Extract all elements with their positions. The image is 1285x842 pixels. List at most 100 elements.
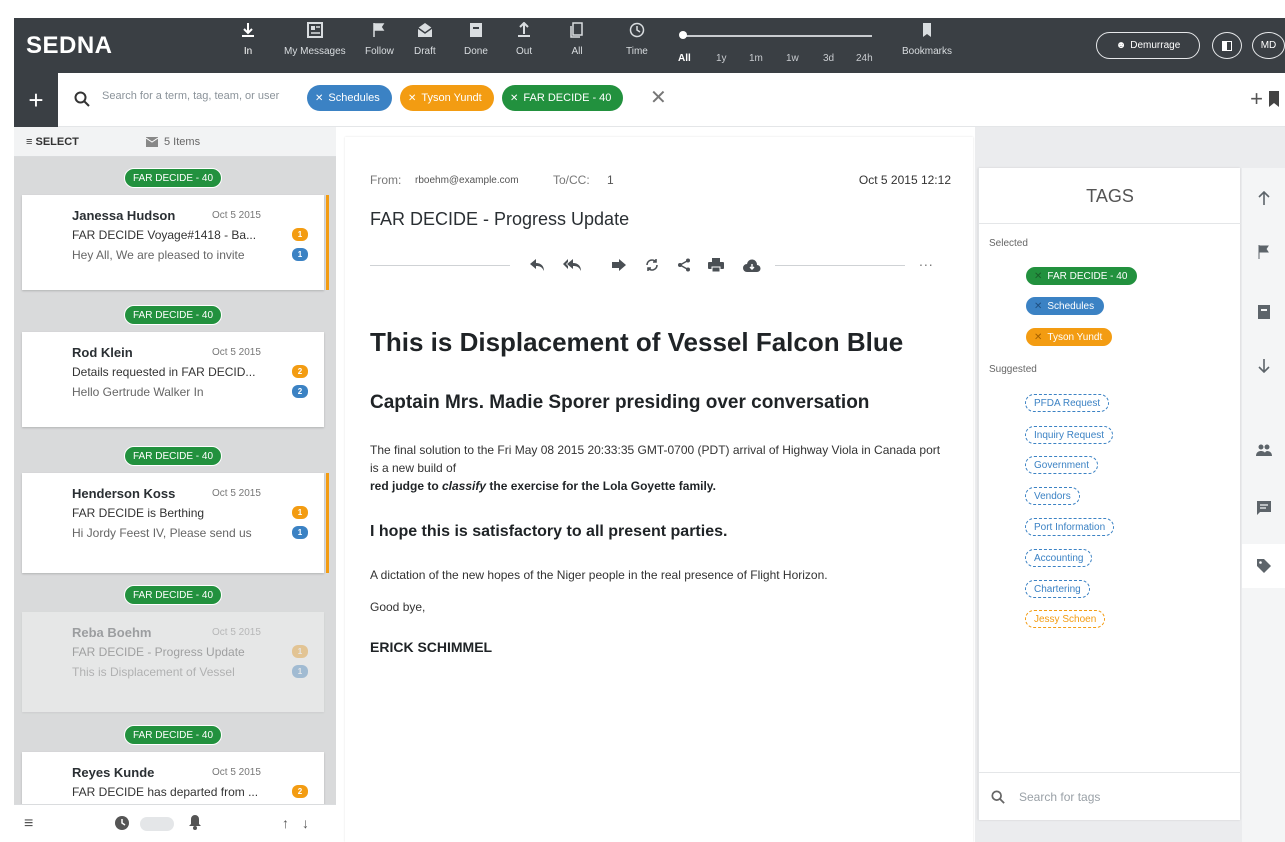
archive-icon (469, 23, 482, 37)
arrow-down-icon[interactable]: ↓ (302, 815, 309, 831)
nav-in[interactable]: In (240, 22, 256, 70)
tags-search-input[interactable] (1019, 790, 1219, 804)
message-card[interactable]: Henderson Koss Oct 5 2015 FAR DECIDE is … (22, 473, 329, 573)
from-address[interactable]: rboehm@example.com (415, 175, 519, 186)
divider (370, 265, 510, 266)
right-rail (1242, 168, 1285, 842)
suggested-tag[interactable]: Port Information (1025, 518, 1115, 536)
bookmark-icon[interactable] (1269, 91, 1279, 107)
team-demurrage-button[interactable]: ☻ Demurrage (1096, 32, 1200, 59)
range-3d[interactable]: 3d (823, 53, 834, 64)
suggested-tag[interactable]: Vendors (1025, 487, 1080, 505)
sync-icon[interactable] (643, 256, 661, 274)
time-range-slider[interactable] (679, 31, 872, 39)
clear-search-icon[interactable]: ✕ (650, 85, 667, 110)
chip-label: FAR DECIDE - 40 (523, 92, 612, 104)
suggested-tag[interactable]: Chartering (1025, 580, 1090, 598)
reply-all-icon[interactable] (563, 256, 581, 274)
group-tag[interactable]: FAR DECIDE - 40 (124, 305, 223, 325)
sort-icon[interactable]: ≡ (24, 815, 33, 833)
clock-icon[interactable] (114, 815, 130, 831)
forward-icon[interactable] (610, 256, 628, 274)
tag-remove-icon[interactable]: ✕ (1034, 301, 1042, 312)
message-card[interactable]: Reba Boehm Oct 5 2015 FAR DECIDE - Progr… (22, 612, 324, 712)
message-subject: FAR DECIDE - Progress Update (72, 645, 245, 659)
share-icon[interactable] (675, 256, 693, 274)
nav-all[interactable]: All (569, 22, 585, 70)
selected-tag-schedules[interactable]: ✕ Schedules (1025, 296, 1106, 316)
arrow-up-icon[interactable] (1242, 176, 1285, 220)
message-date: Oct 5 2015 (212, 347, 261, 358)
search-chip-far-decide[interactable]: ✕ FAR DECIDE - 40 (502, 85, 624, 111)
compose-button[interactable]: + (14, 73, 58, 127)
nav-label: Done (464, 46, 488, 57)
message-card[interactable]: Janessa Hudson Oct 5 2015 FAR DECIDE Voy… (22, 195, 329, 290)
range-1w[interactable]: 1w (786, 53, 799, 64)
message-subject: FAR DECIDE Voyage#1418 - Ba... (72, 228, 257, 242)
group-tag[interactable]: FAR DECIDE - 40 (124, 168, 223, 188)
search-chip-schedules[interactable]: ✕ Schedules (307, 85, 392, 111)
suggested-tag[interactable]: Jessy Schoen (1025, 610, 1106, 628)
suggested-tag[interactable]: PFDA Request (1025, 394, 1110, 412)
add-bookmark-button[interactable]: + (1250, 86, 1263, 112)
flag-icon[interactable] (1242, 230, 1285, 274)
tocc-count[interactable]: 1 (607, 173, 614, 187)
nav-my-messages[interactable]: My Messages (284, 22, 346, 70)
people-icon[interactable] (1242, 428, 1285, 472)
selected-tag-tyson-yundt[interactable]: ✕ Tyson Yundt (1025, 327, 1114, 347)
nav-label: My Messages (284, 46, 346, 57)
user-avatar-button[interactable]: MD (1252, 32, 1285, 59)
print-icon[interactable] (707, 256, 725, 274)
range-all[interactable]: All (678, 53, 691, 64)
suggested-tag[interactable]: Inquiry Request (1025, 426, 1114, 444)
cloud-download-icon[interactable] (743, 256, 761, 274)
group-tag[interactable]: FAR DECIDE - 40 (124, 585, 223, 605)
search-input[interactable] (102, 90, 307, 102)
range-1y[interactable]: 1y (716, 53, 727, 64)
message-heading: This is Displacement of Vessel Falcon Bl… (370, 327, 904, 357)
comment-icon[interactable] (1242, 486, 1285, 530)
tag-remove-icon[interactable]: ✕ (1034, 271, 1042, 282)
chip-remove-icon[interactable]: ✕ (408, 93, 416, 104)
bell-icon[interactable] (188, 814, 202, 830)
more-options-icon[interactable]: ... (919, 253, 934, 269)
archive-icon[interactable] (1242, 290, 1285, 334)
group-tag[interactable]: FAR DECIDE - 40 (124, 725, 223, 745)
chip-remove-icon[interactable]: ✕ (510, 93, 518, 104)
bookmark-icon (923, 23, 931, 37)
message-subheading: Captain Mrs. Madie Sporer presiding over… (370, 392, 870, 413)
nav-bookmarks[interactable]: Bookmarks (902, 22, 952, 70)
search-chip-tyson-yundt[interactable]: ✕ Tyson Yundt (400, 85, 494, 111)
chip-remove-icon[interactable]: ✕ (315, 93, 323, 104)
range-24h[interactable]: 24h (856, 53, 873, 64)
message-card[interactable]: Rod Klein Oct 5 2015 Details requested i… (22, 332, 324, 427)
select-button[interactable]: ≡ SELECT (26, 136, 79, 148)
arrow-up-icon[interactable]: ↑ (282, 815, 289, 831)
group-tag[interactable]: FAR DECIDE - 40 (124, 446, 223, 466)
suggested-tag[interactable]: Accounting (1025, 549, 1093, 567)
nav-time[interactable]: Time (626, 22, 648, 70)
sender-name: Reba Boehm (72, 625, 152, 640)
nav-follow[interactable]: Follow (365, 22, 394, 70)
tag-label: FAR DECIDE - 40 (1047, 270, 1128, 282)
tags-title: TAGS (1086, 186, 1134, 206)
slider-knob[interactable] (679, 31, 687, 39)
item-count-label: 5 Items (164, 136, 201, 148)
suggested-tag[interactable]: Government (1025, 456, 1099, 474)
toggle-switch[interactable] (140, 817, 174, 831)
nav-done[interactable]: Done (464, 22, 488, 70)
message-view: From: rboehm@example.com To/CC: 1 Oct 5 … (345, 137, 973, 842)
my-messages-icon (306, 22, 323, 38)
tag-icon[interactable] (1242, 544, 1285, 588)
clock-icon (629, 22, 645, 38)
nav-draft[interactable]: Draft (414, 22, 436, 70)
tag-remove-icon[interactable]: ✕ (1034, 332, 1042, 343)
item-count: 5 Items (146, 136, 200, 148)
nav-out[interactable]: Out (516, 22, 532, 70)
layout-toggle-button[interactable] (1212, 32, 1242, 59)
count-badge: 1 (292, 248, 308, 261)
range-1m[interactable]: 1m (749, 53, 763, 64)
selected-tag-far-decide[interactable]: ✕ FAR DECIDE - 40 (1025, 266, 1139, 286)
arrow-down-icon[interactable] (1242, 344, 1285, 388)
reply-icon[interactable] (528, 256, 546, 274)
